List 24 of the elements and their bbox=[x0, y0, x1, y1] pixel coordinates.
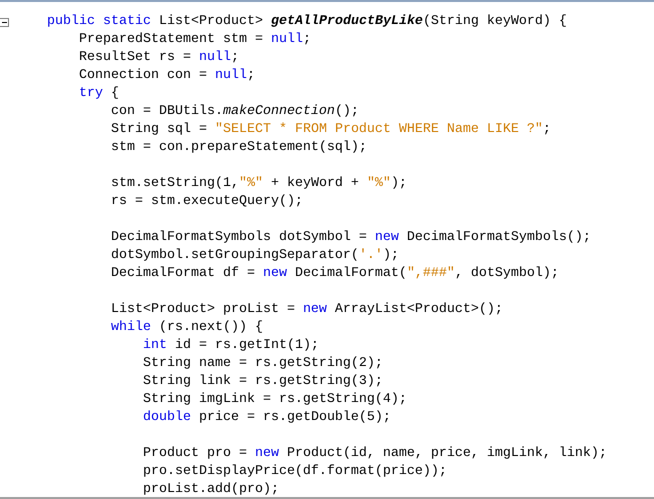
code-line: pro.setDisplayPrice(df.format(price)); bbox=[142, 464, 447, 479]
code-line: DecimalFormatSymbols dotSymbol = new DecimalFormatSymbols(); bbox=[110, 230, 591, 245]
code-line: ResultSet rs = null; bbox=[78, 50, 239, 65]
code-line: String sql = "SELECT * FROM Product WHERE Name LIKE ?"; bbox=[110, 122, 551, 137]
code-line: PreparedStatement stm = null; bbox=[78, 32, 311, 47]
code-line: stm.setString(1,"%" + keyWord + "%"); bbox=[110, 176, 407, 191]
code-line: double price = rs.getDouble(5); bbox=[142, 410, 391, 425]
code-line: proList.add(pro); bbox=[142, 482, 279, 497]
code-line: dotSymbol.setGroupingSeparator('.'); bbox=[110, 248, 399, 263]
collapse-icon[interactable] bbox=[0, 18, 9, 27]
code-line: stm = con.prepareStatement(sql); bbox=[110, 140, 367, 155]
code-line: con = DBUtils.makeConnection(); bbox=[110, 104, 359, 119]
code-line: rs = stm.executeQuery(); bbox=[110, 194, 303, 209]
code-line: try { bbox=[78, 86, 119, 101]
code-line: List<Product> proList = new ArrayList<Product>(); bbox=[110, 302, 503, 317]
code-line: String name = rs.getString(2); bbox=[142, 356, 383, 371]
code-line: DecimalFormat df = new DecimalFormat(",###", dotSymbol); bbox=[110, 266, 559, 281]
code-line: Product pro = new Product(id, name, price, imgLink, link); bbox=[142, 446, 607, 461]
code-line: Connection con = null; bbox=[78, 68, 255, 83]
code-line: public static List<Product> getAllProductByLike(String keyWord) { bbox=[46, 14, 567, 29]
code-line: String link = rs.getString(3); bbox=[142, 374, 383, 389]
code-line: while (rs.next()) { bbox=[110, 320, 263, 335]
code-line: int id = rs.getInt(1); bbox=[142, 338, 319, 353]
code-line: String imgLink = rs.getString(4); bbox=[142, 392, 407, 407]
